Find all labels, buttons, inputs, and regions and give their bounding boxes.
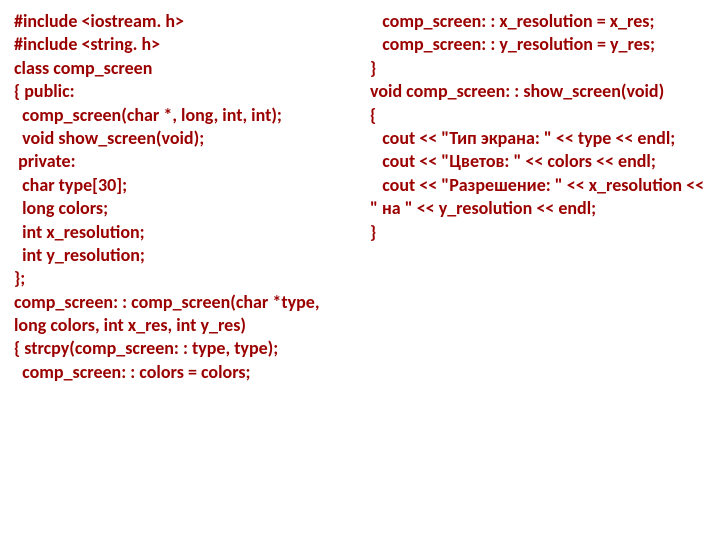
code-line: } [370, 57, 706, 80]
code-column-right: comp_screen: : x_resolution = x_res; com… [370, 10, 706, 384]
code-line: { public: [14, 80, 350, 103]
code-line: #include <iostream. h> [14, 10, 350, 33]
code-line: comp_screen: : comp_screen(char *type, l… [14, 291, 350, 338]
code-line: class comp_screen [14, 57, 350, 80]
code-line: int y_resolution; [14, 244, 350, 267]
code-line: void show_screen(void); [14, 127, 350, 150]
code-line: { strcpy(comp_screen: : type, type); [14, 337, 350, 360]
code-line: comp_screen: : y_resolution = y_res; [370, 33, 706, 56]
code-line: cout << "Тип экрана: " << type << endl; [370, 127, 706, 150]
code-line: }; [14, 267, 350, 290]
code-line: #include <string. h> [14, 33, 350, 56]
code-line: cout << "Цветов: " << colors << endl; [370, 150, 706, 173]
code-line: comp_screen: : x_resolution = x_res; [370, 10, 706, 33]
code-line: private: [14, 150, 350, 173]
code-line: comp_screen: : colors = colors; [14, 361, 350, 384]
code-line: } [370, 221, 706, 244]
code-line: comp_screen(char *, long, int, int); [14, 104, 350, 127]
code-line: void comp_screen: : show_screen(void) [370, 80, 706, 103]
code-line: cout << "Разрешение: " << x_resolution <… [370, 174, 706, 221]
code-line: int x_resolution; [14, 221, 350, 244]
code-line: long colors; [14, 197, 350, 220]
code-line: { [370, 104, 706, 127]
code-line: char type[30]; [14, 174, 350, 197]
code-column-left: #include <iostream. h>#include <string. … [14, 10, 350, 384]
code-slide: #include <iostream. h>#include <string. … [0, 0, 720, 394]
